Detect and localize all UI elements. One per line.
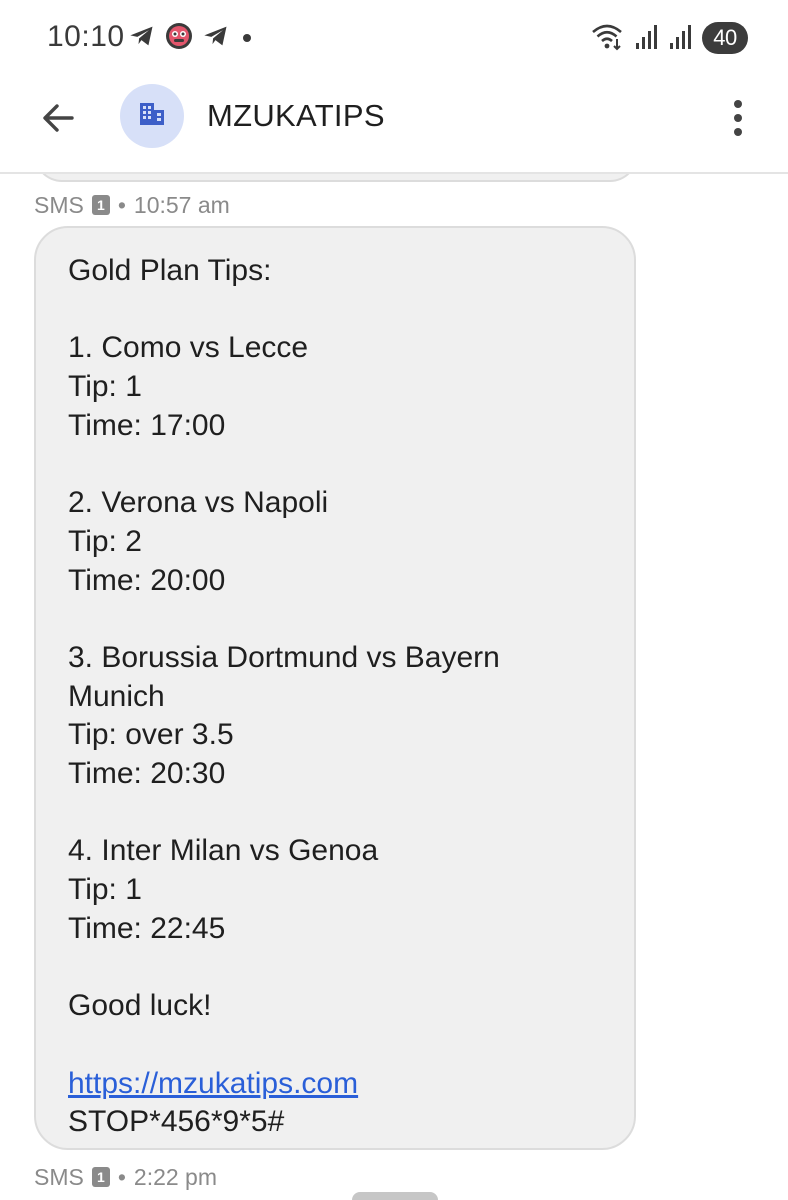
business-building-icon — [137, 99, 167, 134]
back-button[interactable] — [32, 94, 84, 146]
more-vert-icon — [732, 98, 744, 143]
conversation-app-bar: MZUKATIPS — [0, 76, 788, 172]
message-link[interactable]: https://mzukatips.com — [68, 1067, 358, 1100]
scroll-to-bottom-pill[interactable] — [352, 1192, 438, 1200]
signal-icon — [668, 21, 694, 56]
next-message-meta: SMS 1 • 2:22 pm — [34, 1162, 217, 1192]
wifi-calling-icon — [590, 21, 626, 56]
contact-name: MZUKATIPS — [207, 98, 385, 133]
arrow-back-icon — [38, 98, 78, 143]
message-line — [68, 949, 602, 988]
message-line: Munich — [68, 679, 165, 713]
message-line: Time: 20:30 — [68, 757, 226, 791]
contact-avatar[interactable] — [120, 84, 184, 148]
message-line: Tip: 1 — [68, 873, 142, 907]
message-line: 4. Inter Milan vs Genoa — [68, 834, 379, 868]
app-mask-icon — [164, 21, 194, 56]
message-line: Tip: 2 — [68, 524, 142, 558]
status-time: 10:10 — [47, 20, 125, 53]
sim-card-icon: 1 — [91, 1167, 110, 1187]
message-line — [68, 291, 602, 330]
more-options-button[interactable] — [722, 92, 754, 148]
meta-separator: • — [117, 191, 126, 218]
message-line: Tip: 1 — [68, 370, 142, 404]
message-line — [68, 600, 602, 639]
telegram-icon — [202, 22, 230, 55]
meta-separator: • — [117, 1163, 126, 1190]
message-channel: SMS — [34, 191, 84, 218]
message-link-line: https://mzukatips.com — [68, 1065, 602, 1104]
sim-card-icon: 1 — [91, 195, 110, 215]
message-line: 1. Como vs Lecce — [68, 331, 309, 365]
telegram-icon — [128, 22, 156, 55]
message-line: Good luck! — [68, 989, 212, 1023]
message-channel: SMS — [34, 1163, 84, 1190]
battery-icon: 40 — [702, 22, 748, 54]
message-line: Gold Plan Tips: — [68, 254, 272, 287]
status-bar: 10:10 40 — [0, 0, 788, 76]
message-line: Time: 20:00 — [68, 563, 226, 597]
message-time: 10:57 am — [133, 191, 230, 218]
message-line: 3. Borussia Dortmund vs Bayern — [68, 640, 500, 674]
message-footer: STOP*456*9*5# — [68, 1105, 285, 1139]
header-divider — [0, 172, 788, 174]
message-line: Tip: over 3.5 — [68, 718, 234, 752]
messages-screen: 10:10 40 MZUKATIPS SMS 1 • 10:57 am Gold… — [0, 0, 788, 1200]
dot-icon — [238, 22, 256, 55]
message-line — [68, 794, 602, 833]
message-time: 2:22 pm — [133, 1163, 218, 1190]
message-bubble[interactable]: Gold Plan Tips: 1. Como vs Lecce Tip: 1 … — [34, 226, 636, 1150]
message-line: 2. Verona vs Napoli — [68, 486, 329, 520]
message-meta: SMS 1 • 10:57 am — [34, 190, 230, 220]
system-icons: 40 — [590, 20, 748, 56]
message-line: Time: 17:00 — [68, 408, 226, 442]
message-line — [68, 1026, 602, 1065]
message-line — [68, 446, 602, 485]
message-line: Time: 22:45 — [68, 911, 226, 945]
signal-icon — [634, 21, 660, 56]
notification-icons — [128, 22, 256, 54]
